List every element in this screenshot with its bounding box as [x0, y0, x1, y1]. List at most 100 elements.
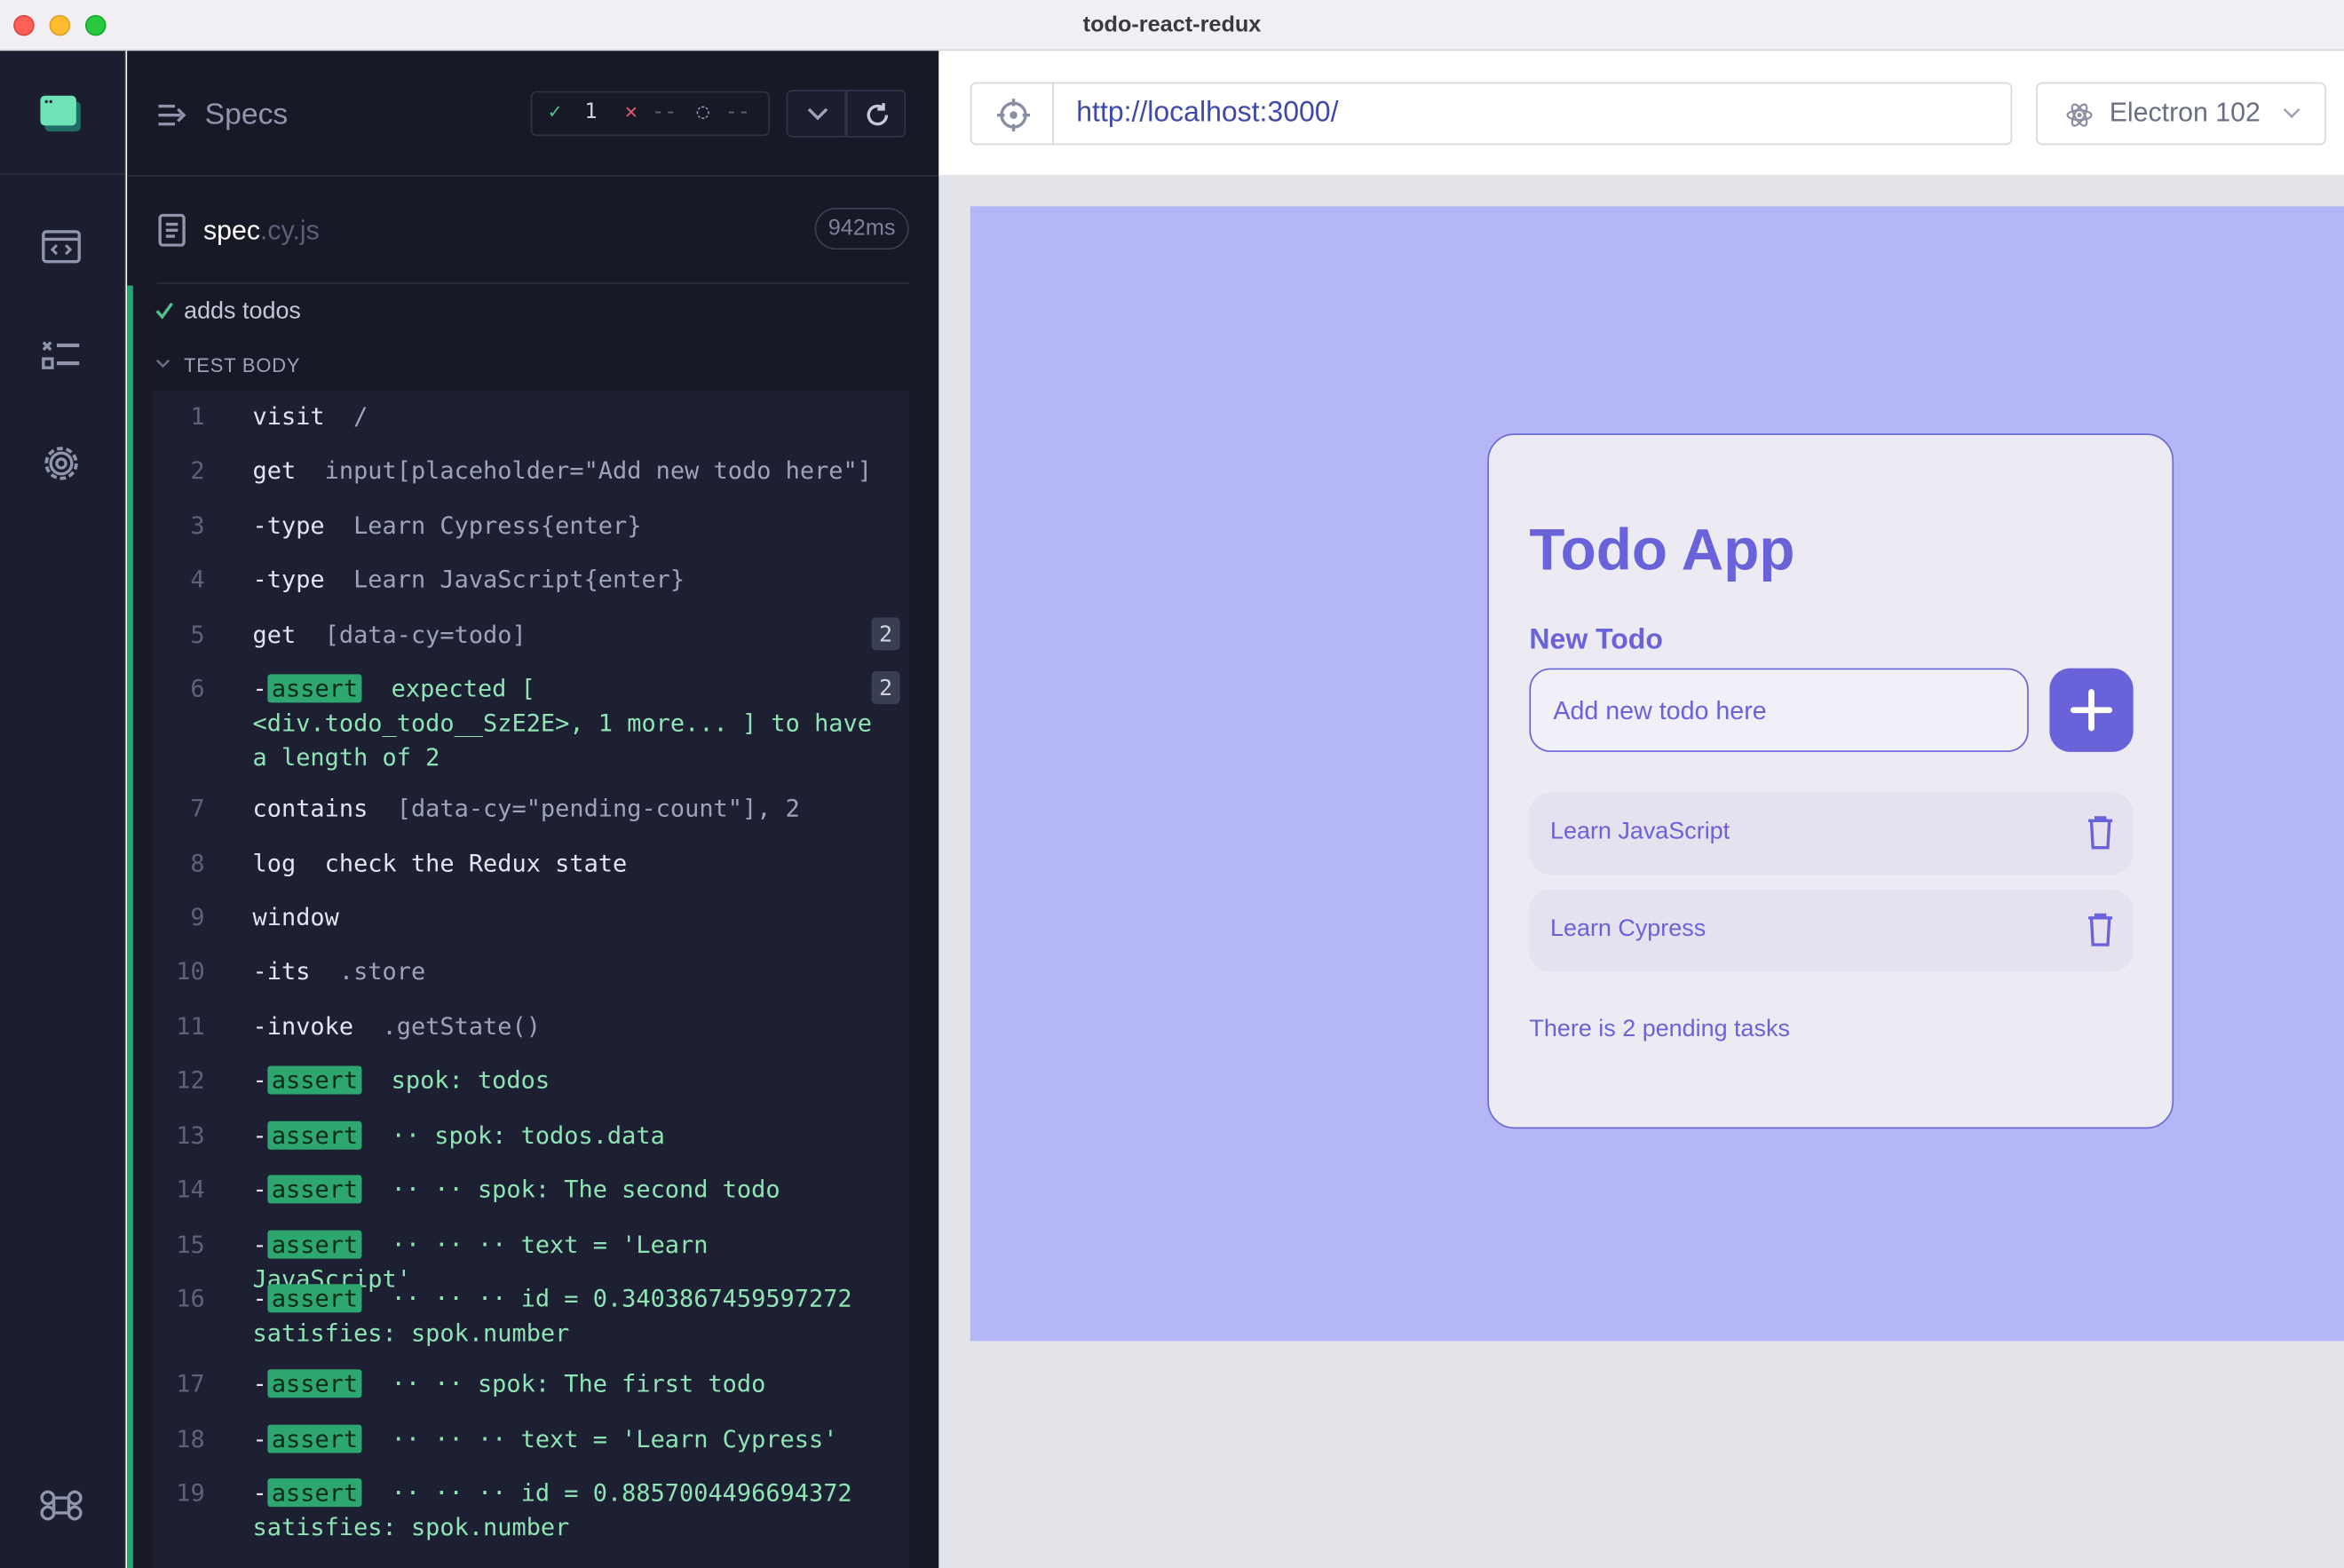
command-message: - assert ·· ·· ·· id = 0.3403867459597272… — [252, 1284, 867, 1348]
expand-collapse-button[interactable] — [786, 90, 846, 138]
command-message: contains [data-cy="pending-count"], 2 — [252, 794, 800, 823]
assert-badge: assert — [266, 1175, 363, 1204]
passed-check-icon: ✓ — [548, 99, 562, 124]
command-number: 19 — [176, 1478, 205, 1508]
command-message: - assert ·· ·· ·· text = 'Learn Cypress' — [252, 1424, 838, 1453]
command-number: 9 — [190, 902, 205, 931]
passed-check-icon — [155, 302, 173, 320]
command-row[interactable]: 7 contains [data-cy="pending-count"], 2 — [153, 791, 909, 826]
todo-item[interactable]: Learn Cypress — [1529, 889, 2134, 972]
app-under-test-pane: http://localhost:3000/ Electron 102 Todo… — [938, 51, 2344, 1568]
command-row[interactable]: 4 -type Learn JavaScript{enter} — [153, 562, 909, 597]
app-viewport: Todo App New Todo Add new todo here Lear… — [970, 206, 2344, 1342]
assert-badge: assert — [266, 1284, 363, 1313]
command-row[interactable]: 8 log check the Redux state — [153, 846, 909, 881]
command-number: 7 — [190, 794, 205, 823]
command-number: 16 — [176, 1284, 205, 1313]
command-number: 17 — [176, 1369, 205, 1398]
command-number: 4 — [190, 565, 205, 594]
window-titlebar: todo-react-redux — [0, 0, 2344, 51]
specs-list-icon[interactable] — [157, 101, 187, 128]
command-message: - assert ·· ·· spok: The first todo — [252, 1369, 766, 1398]
command-message: -its .store — [252, 956, 426, 986]
todo-card: Todo App New Todo Add new todo here Lear… — [1487, 433, 2174, 1129]
command-number: 10 — [176, 956, 205, 986]
command-row[interactable]: 6 - assert expected [ <div.todo_todo__SzE2… — [153, 670, 909, 776]
specs-nav-icon[interactable] — [39, 225, 84, 270]
plus-icon — [2070, 689, 2113, 732]
settings-gear-icon[interactable] — [39, 441, 84, 487]
command-list: 1 visit / 2 get input[placeholder="Add new … — [152, 390, 909, 1568]
assert-badge: assert — [266, 674, 363, 703]
refresh-icon — [867, 103, 889, 126]
command-row[interactable]: 19 - assert ·· ·· ·· id = 0.88570044966943… — [153, 1476, 909, 1546]
spec-file-name: spec.cy.js — [202, 215, 320, 246]
rerun-button[interactable] — [845, 90, 907, 138]
chevron-down-icon — [807, 107, 828, 121]
browser-select[interactable]: Electron 102 — [2036, 82, 2326, 146]
command-row[interactable]: 3 -type Learn Cypress{enter} — [153, 508, 909, 542]
chevron-down-icon[interactable] — [155, 356, 170, 371]
add-todo-button[interactable] — [2049, 668, 2134, 752]
command-row[interactable]: 9 window — [153, 900, 909, 935]
command-number: 5 — [190, 620, 205, 649]
electron-icon — [2066, 103, 2093, 127]
new-todo-label: New Todo — [1529, 624, 1663, 657]
pending-count: -- — [725, 99, 750, 124]
app-title: Todo App — [1529, 519, 1795, 583]
command-row[interactable]: 2 get input[placeholder="Add new todo her… — [153, 453, 909, 487]
pending-count-text: There is 2 pending tasks — [1529, 1016, 1790, 1042]
trash-icon[interactable] — [2087, 912, 2113, 947]
todo-text: Learn Cypress — [1549, 916, 1707, 942]
document-icon — [158, 213, 186, 247]
new-todo-input[interactable]: Add new todo here — [1529, 668, 2029, 752]
command-row[interactable]: 10 -its .store — [153, 954, 909, 988]
keyboard-shortcuts-icon[interactable] — [39, 1483, 84, 1528]
command-message: window — [252, 902, 339, 931]
test-title[interactable]: adds todos — [184, 299, 301, 326]
command-row[interactable]: 16 - assert ·· ·· ·· id = 0.34038674595972… — [153, 1281, 909, 1351]
command-message: get input[placeholder="Add new todo here… — [252, 455, 872, 485]
spec-file-row[interactable]: spec.cy.js 942ms — [157, 201, 909, 257]
url-display[interactable]: http://localhost:3000/ — [1052, 82, 2013, 146]
command-row[interactable]: 18 - assert ·· ·· ·· text = 'Learn Cypress… — [153, 1421, 909, 1456]
command-row[interactable]: 13 - assert ·· spok: todos.data — [153, 1118, 909, 1152]
command-message: - assert ·· spok: todos.data — [252, 1121, 665, 1150]
command-number: 18 — [176, 1424, 205, 1453]
command-message: - assert ·· ·· spok: The second todo — [252, 1175, 780, 1204]
test-body-label[interactable]: TEST BODY — [184, 354, 300, 376]
command-number: 14 — [176, 1175, 205, 1204]
failed-count: -- — [652, 99, 677, 124]
command-row[interactable]: 15- assert ·· ·· ·· text = 'Learn JavaScr… — [153, 1227, 909, 1293]
command-row[interactable]: 5 get [data-cy=todo] 2 — [153, 617, 909, 652]
command-row[interactable]: 14 - assert ·· ·· spok: The second todo — [153, 1172, 909, 1207]
assert-badge: assert — [266, 1478, 363, 1508]
failed-x-icon: ✕ — [624, 99, 637, 124]
passed-count: 1 — [584, 99, 598, 124]
command-log-reporter: Specs ✓ 1 ✕ -- ◌ -- spec.cy.js 942ms add… — [127, 51, 939, 1568]
command-row[interactable]: 12 - assert spok: todos — [153, 1063, 909, 1097]
command-number: 2 — [190, 455, 205, 485]
command-number: 3 — [190, 511, 205, 540]
command-message: -type Learn Cypress{enter} — [252, 511, 642, 540]
command-message: get [data-cy=todo] — [252, 620, 527, 649]
command-message: - assert spok: todos — [252, 1065, 550, 1095]
command-message: -type Learn JavaScript{enter} — [252, 565, 685, 594]
assert-badge: assert — [266, 1065, 363, 1095]
command-message: - assert expected [ <div.todo_todo__SzE2E… — [252, 674, 887, 772]
command-message: log check the Redux state — [252, 849, 628, 878]
selector-playground-button[interactable] — [970, 82, 1055, 146]
assert-badge: assert — [266, 1369, 363, 1398]
window-title: todo-react-redux — [1082, 12, 1262, 38]
specs-title[interactable]: Specs — [205, 99, 289, 133]
trash-icon[interactable] — [2087, 815, 2113, 851]
command-row[interactable]: 1 visit / — [153, 400, 909, 434]
command-row[interactable]: 11 -invoke .getState() — [153, 1009, 909, 1043]
command-number: 11 — [176, 1011, 205, 1041]
cypress-logo-icon[interactable] — [39, 92, 84, 134]
test-stats: ✓ 1 ✕ -- ◌ -- — [530, 91, 771, 137]
command-number: 8 — [190, 849, 205, 878]
runs-nav-icon[interactable] — [39, 333, 84, 378]
todo-item[interactable]: Learn JavaScript — [1529, 792, 2134, 875]
command-row[interactable]: 17 - assert ·· ·· spok: The first todo — [153, 1366, 909, 1401]
